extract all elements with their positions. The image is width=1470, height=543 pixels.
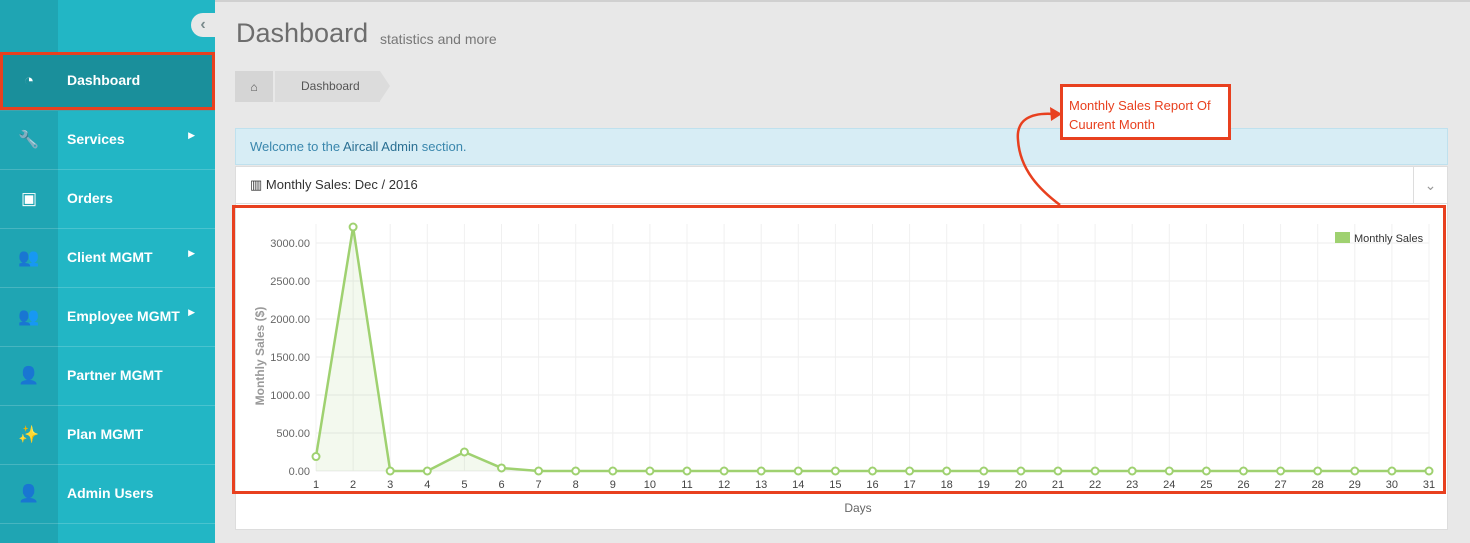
- annotation-line-2: Cuurent Month: [1069, 117, 1155, 132]
- annotation-line-1: Monthly Sales Report Of: [1069, 98, 1211, 113]
- annotation-note: Monthly Sales Report Of Cuurent Month: [1060, 84, 1231, 140]
- annotation-arrow: [1016, 107, 1062, 206]
